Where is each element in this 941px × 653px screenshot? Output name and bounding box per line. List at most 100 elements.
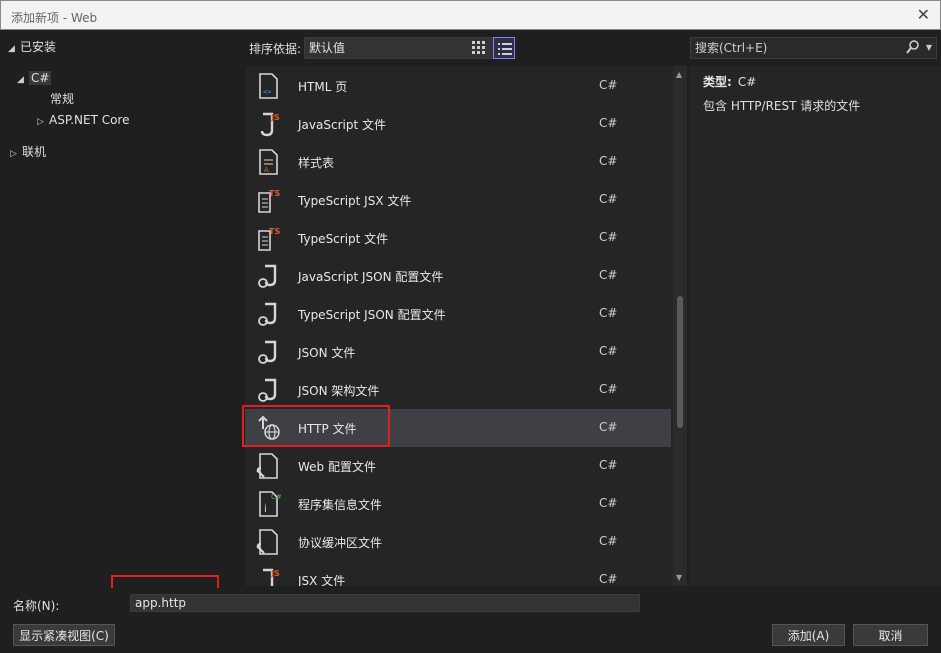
expanded-arrow-icon[interactable]: ◢ <box>17 70 29 90</box>
category-tree: ◢ 已安装 ◢ C# 常规 ▷ ASP.NET Core ▷ 联机 <box>0 31 243 588</box>
cancel-button[interactable]: 取消 <box>853 624 928 646</box>
template-name: JSON 架构文件 <box>298 384 380 398</box>
svg-text:<>: <> <box>263 88 271 96</box>
scroll-down-icon[interactable]: ▼ <box>676 573 682 582</box>
collapsed-arrow-icon[interactable]: ▷ <box>37 112 49 132</box>
json-config-icon <box>255 301 283 327</box>
jsx-file-icon: JS <box>255 567 283 586</box>
collapsed-arrow-icon[interactable]: ▷ <box>10 144 22 164</box>
template-name: TypeScript 文件 <box>298 232 389 246</box>
template-name: JavaScript JSON 配置文件 <box>298 270 444 284</box>
protobuf-file-icon <box>255 529 283 555</box>
close-icon[interactable]: ✕ <box>917 5 930 24</box>
type-line: 类型: C# <box>703 75 757 89</box>
template-row[interactable]: Web 配置文件 C# <box>245 447 671 485</box>
template-language: C# <box>599 344 618 358</box>
template-row[interactable]: <> HTML 页 C# <box>245 67 671 105</box>
template-name: JSX 文件 <box>298 574 346 586</box>
tree-item-aspnet-core[interactable]: ▷ ASP.NET Core <box>37 110 129 130</box>
compact-view-button[interactable]: 显示紧凑视图(C) <box>13 624 115 646</box>
template-name: TypeScript JSON 配置文件 <box>298 308 446 322</box>
template-row[interactable]: i C# 程序集信息文件 C# <box>245 485 671 523</box>
template-language: C# <box>599 496 618 510</box>
template-language: C# <box>599 230 618 244</box>
template-language: C# <box>599 458 618 472</box>
title-bar: 添加新项 - Web ✕ <box>0 0 941 30</box>
search-input[interactable]: 搜索(Ctrl+E) ▼ <box>690 37 937 59</box>
details-panel: 类型: C# 包含 HTTP/REST 请求的文件 <box>690 66 941 586</box>
name-field[interactable]: app.http <box>130 594 640 612</box>
template-language: C# <box>599 268 618 282</box>
template-name: HTTP 文件 <box>298 422 357 436</box>
scroll-up-icon[interactable]: ▲ <box>676 70 682 79</box>
scroll-thumb[interactable] <box>677 296 683 428</box>
template-language: C# <box>599 572 618 586</box>
svg-text:TS: TS <box>269 227 280 236</box>
list-view-icon <box>498 43 512 55</box>
template-language: C# <box>599 116 618 130</box>
tree-item-installed[interactable]: ◢ 已安装 <box>8 37 56 57</box>
list-view-button[interactable] <box>493 37 515 59</box>
json-config-icon <box>255 263 283 289</box>
tree-item-online[interactable]: ▷ 联机 <box>10 142 46 162</box>
template-language: C# <box>599 306 618 320</box>
template-name: 样式表 <box>298 156 335 170</box>
template-list: <> HTML 页 C# JS JavaScript 文件 C# A 样式表 C# TS TypeS… <box>245 66 687 586</box>
template-language: C# <box>599 154 618 168</box>
web-config-icon <box>255 453 283 479</box>
template-row[interactable]: TS TypeScript 文件 C# <box>245 219 671 257</box>
html-page-icon: <> <box>255 73 283 99</box>
svg-text:JS: JS <box>270 569 280 578</box>
template-name: Web 配置文件 <box>298 460 376 474</box>
svg-text:A: A <box>264 166 269 174</box>
template-row[interactable]: TS TypeScript JSX 文件 C# <box>245 181 671 219</box>
http-file-icon <box>255 415 283 441</box>
svg-text:C#: C# <box>271 493 282 501</box>
tree-item-csharp[interactable]: ◢ C# <box>17 68 52 90</box>
add-button[interactable]: 添加(A) <box>772 624 845 646</box>
vertical-scrollbar[interactable]: ▲ ▼ <box>673 66 687 586</box>
grid-view-button[interactable] <box>468 37 490 59</box>
typescript-jsx-file-icon: TS <box>255 187 283 213</box>
template-description: 包含 HTTP/REST 请求的文件 <box>703 99 861 113</box>
template-row[interactable]: JS JSX 文件 C# <box>245 561 671 586</box>
template-language: C# <box>599 534 618 548</box>
template-row[interactable]: JSON 文件 C# <box>245 333 671 371</box>
expanded-arrow-icon[interactable]: ◢ <box>8 39 20 59</box>
json-file-icon <box>255 339 283 365</box>
window-title: 添加新项 - Web <box>11 11 98 25</box>
template-name: 协议缓冲区文件 <box>298 536 383 550</box>
typescript-file-icon: TS <box>255 225 283 251</box>
svg-text:i: i <box>264 504 267 515</box>
sort-toolbar: 排序依据: 默认值 ▼ <box>243 31 689 63</box>
template-name: JSON 文件 <box>298 346 356 360</box>
template-row[interactable]: JSON 架构文件 C# <box>245 371 671 409</box>
template-row[interactable]: JavaScript JSON 配置文件 C# <box>245 257 671 295</box>
javascript-file-icon: JS <box>255 111 283 137</box>
grid-view-icon <box>472 41 485 54</box>
stylesheet-icon: A <box>255 149 283 175</box>
tree-item-general[interactable]: 常规 <box>50 89 74 109</box>
template-name: 程序集信息文件 <box>298 498 383 512</box>
assembly-info-icon: i C# <box>255 491 283 517</box>
template-row[interactable]: 协议缓冲区文件 C# <box>245 523 671 561</box>
template-language: C# <box>599 78 618 92</box>
template-name: HTML 页 <box>298 80 348 94</box>
template-row[interactable]: JS JavaScript 文件 C# <box>245 105 671 143</box>
template-row[interactable]: HTTP 文件 C# <box>245 409 671 447</box>
json-schema-icon <box>255 377 283 403</box>
svg-text:JS: JS <box>270 113 280 122</box>
template-language: C# <box>599 382 618 396</box>
svg-text:TS: TS <box>269 189 280 198</box>
template-language: C# <box>599 420 618 434</box>
chevron-down-icon[interactable]: ▼ <box>926 38 932 58</box>
template-row[interactable]: TypeScript JSON 配置文件 C# <box>245 295 671 333</box>
template-row[interactable]: A 样式表 C# <box>245 143 671 181</box>
template-name: TypeScript JSX 文件 <box>298 194 412 208</box>
template-language: C# <box>599 192 618 206</box>
search-icon[interactable] <box>906 40 920 54</box>
sort-label: 排序依据: <box>249 42 302 56</box>
bottom-bar: 名称(N): app.http 显示紧凑视图(C) 添加(A) 取消 <box>0 588 941 653</box>
name-label: 名称(N): <box>13 599 60 613</box>
template-name: JavaScript 文件 <box>298 118 386 132</box>
